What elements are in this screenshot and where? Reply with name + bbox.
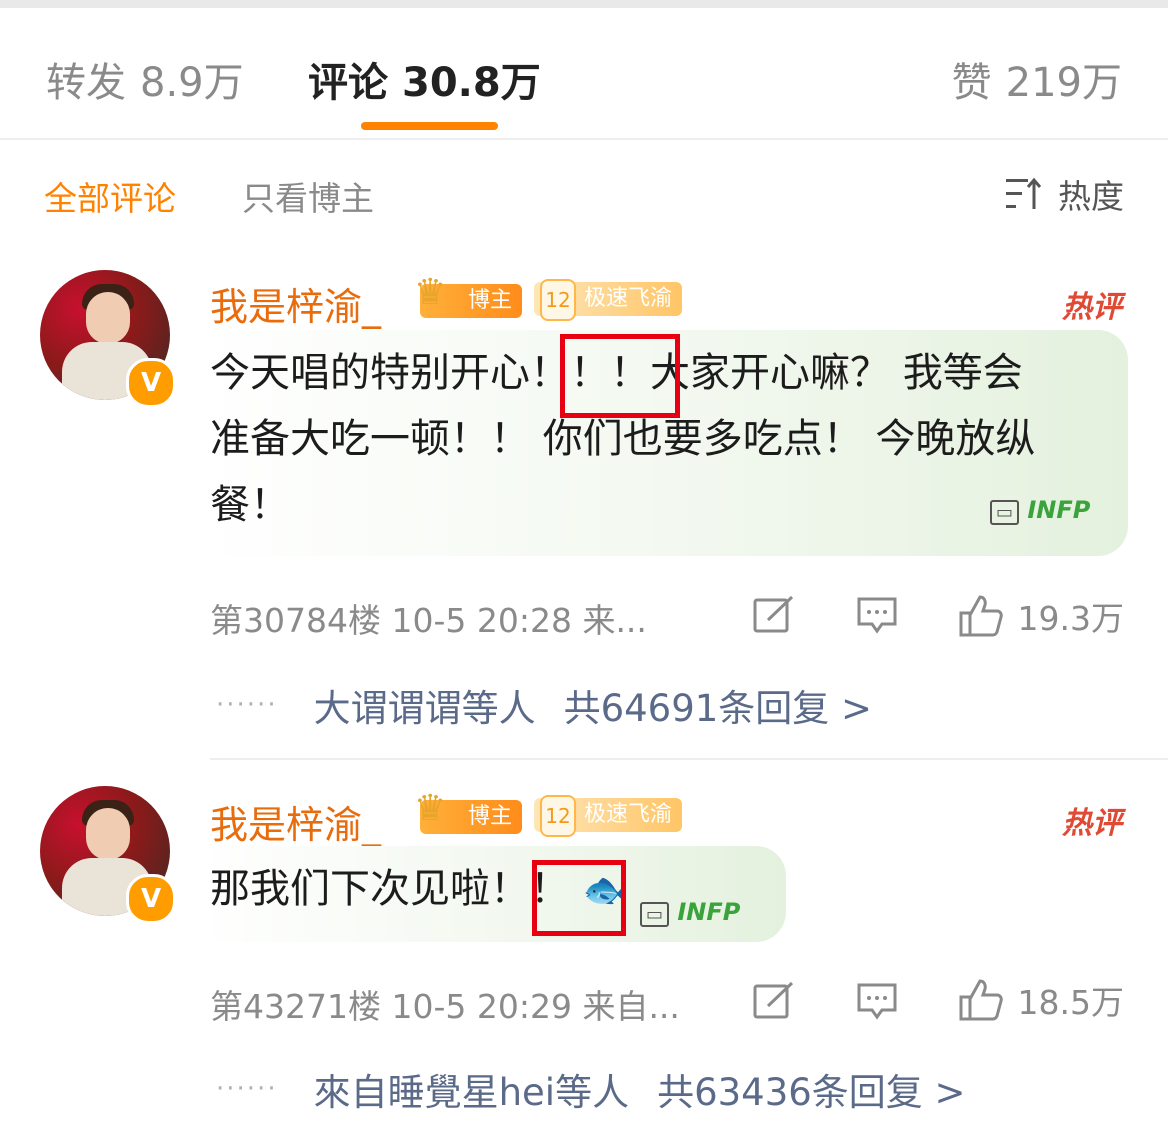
active-tab-indicator <box>361 122 498 130</box>
tab-comments-count: 30.8万 <box>402 60 541 106</box>
tab-comments[interactable]: 评论 30.8万 <box>308 50 541 108</box>
comment-divider <box>210 758 1168 760</box>
thumbs-up-icon <box>959 595 1003 637</box>
tab-repost-label: 转发 <box>46 60 126 106</box>
highlight-box <box>560 334 680 418</box>
reply-users: 來自睡覺星hei等人 <box>313 1071 630 1114</box>
crown-icon: ♛ <box>414 272 447 313</box>
comment-meta: 第43271楼 10-5 20:29 来自... <box>210 987 680 1026</box>
verified-icon: V <box>126 358 176 408</box>
tab-bar: 转发 8.9万 评论 30.8万 赞 219万 <box>0 8 1168 140</box>
infp-sticker: ▭ INFP <box>990 496 1090 525</box>
view-replies-link[interactable]: ······ 來自睡覺星hei等人 共63436条回复 > <box>216 1062 966 1116</box>
repost-icon[interactable] <box>752 594 796 634</box>
crown-icon: ♛ <box>414 788 447 829</box>
filter-author-only[interactable]: 只看博主 <box>242 172 374 220</box>
infp-sticker: ▭ INFP <box>640 898 740 927</box>
comment-meta: 第30784楼 10-5 20:28 来... <box>210 601 647 640</box>
reply-count: 共64691条回复 > <box>563 687 873 730</box>
like-button[interactable]: 19.3万 <box>958 592 1124 640</box>
comment-text-line: 餐！ <box>210 482 290 528</box>
tab-likes-count: 219万 <box>1005 60 1122 106</box>
like-button[interactable]: 18.5万 <box>958 976 1124 1024</box>
username[interactable]: 我是梓渝_ <box>210 794 381 849</box>
author-badge: ♛ 博主 <box>414 791 523 834</box>
hot-comment-label: 热评 <box>1062 290 1122 325</box>
level-number: 12 <box>540 795 576 837</box>
verified-icon: V <box>126 874 176 924</box>
comment-icon[interactable] <box>856 596 898 636</box>
fan-level-badge[interactable]: 12 极速飞渝 <box>534 795 683 837</box>
fan-level-badge[interactable]: 12 极速飞渝 <box>534 279 683 321</box>
thumbs-up-icon <box>959 979 1003 1021</box>
reply-users: 大谓谓谓等人 <box>313 687 536 730</box>
like-count: 19.3万 <box>1017 599 1124 638</box>
level-number: 12 <box>540 279 576 321</box>
tab-likes-label: 赞 <box>951 60 992 106</box>
sort-label: 热度 <box>1058 177 1124 216</box>
tab-repost-count: 8.9万 <box>140 60 244 106</box>
highlight-box <box>532 860 626 936</box>
top-strip <box>0 0 1168 8</box>
ellipsis-icon: ······ <box>216 1074 278 1104</box>
sort-by-hot-button[interactable]: 热度 <box>1006 170 1124 218</box>
repost-icon[interactable] <box>752 980 796 1020</box>
view-replies-link[interactable]: ······ 大谓谓谓等人 共64691条回复 > <box>216 678 872 732</box>
tv-icon: ▭ <box>990 500 1020 525</box>
filter-all-comments[interactable]: 全部评论 <box>44 172 176 220</box>
comment-icon[interactable] <box>856 982 898 1022</box>
author-badge: ♛ 博主 <box>414 275 523 318</box>
reply-count: 共63436条回复 > <box>657 1071 966 1114</box>
like-count: 18.5万 <box>1017 983 1124 1022</box>
ellipsis-icon: ······ <box>216 690 278 720</box>
tv-icon: ▭ <box>640 902 670 927</box>
tab-likes[interactable]: 赞 219万 <box>952 50 1122 108</box>
sort-icon <box>1006 177 1042 209</box>
tab-comments-label: 评论 <box>308 60 388 106</box>
comment-text-line: 那我们下次见啦！！ <box>210 866 570 912</box>
hot-comment-label: 热评 <box>1062 806 1122 841</box>
username[interactable]: 我是梓渝_ <box>210 276 381 331</box>
tab-repost[interactable]: 转发 8.9万 <box>46 50 244 108</box>
